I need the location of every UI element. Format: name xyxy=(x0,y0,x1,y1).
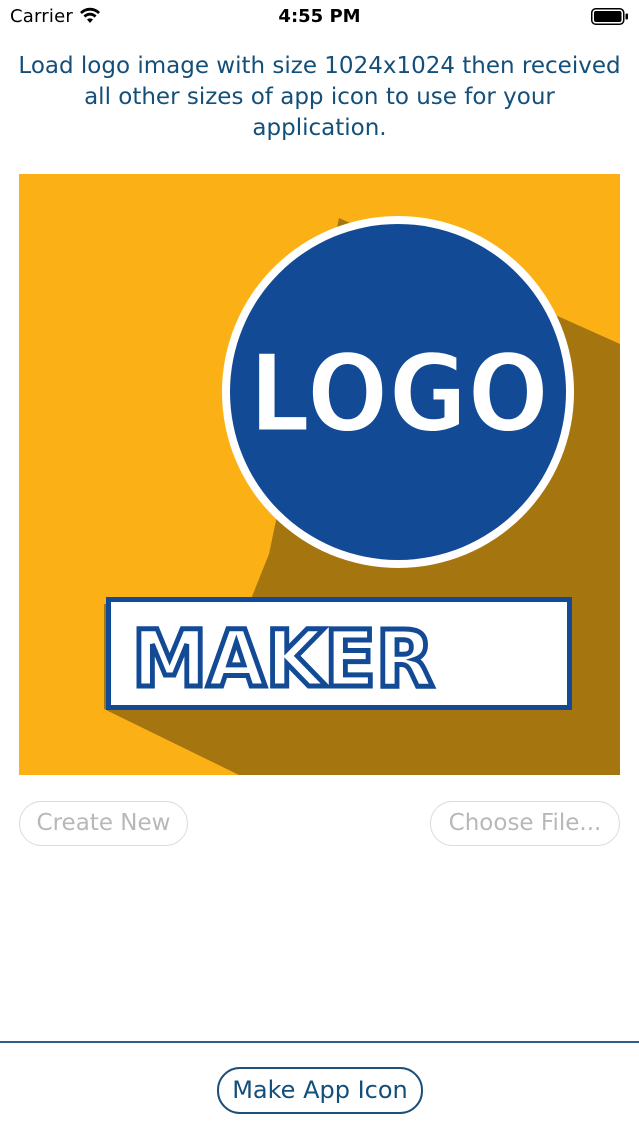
status-bar: Carrier 4:55 PM xyxy=(0,0,639,34)
maker-word: MAKER xyxy=(132,615,434,705)
make-app-icon-button[interactable]: Make App Icon xyxy=(217,1067,423,1114)
create-new-button[interactable]: Create New xyxy=(19,801,188,846)
logo-preview-image: LOGO MAKER xyxy=(19,174,620,775)
instruction-text: Load logo image with size 1024x1024 then… xyxy=(18,53,621,141)
battery-icon xyxy=(591,8,629,25)
status-time: 4:55 PM xyxy=(278,6,361,27)
choose-file-button[interactable]: Choose File... xyxy=(430,801,620,846)
bottom-divider xyxy=(0,1041,639,1043)
logo-word: LOGO xyxy=(249,332,549,457)
